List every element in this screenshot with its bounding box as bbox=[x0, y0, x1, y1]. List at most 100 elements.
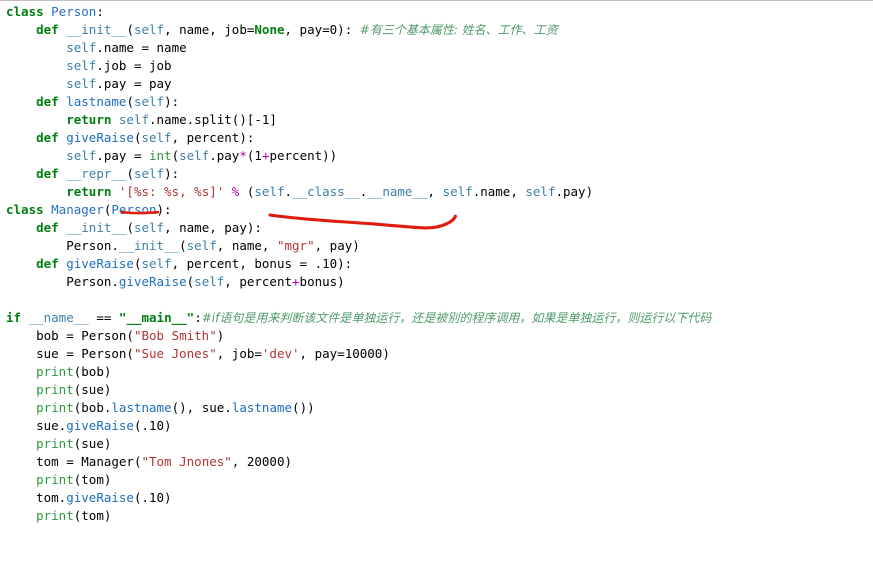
code-token-plain: , percent bbox=[224, 274, 293, 289]
code-token-plain: bonus) bbox=[299, 274, 345, 289]
code-line[interactable] bbox=[0, 291, 873, 309]
code-line[interactable]: tom = Manager("Tom Jnones", 20000) bbox=[0, 453, 873, 471]
code-line[interactable]: Person.__init__(self, name, "mgr", pay) bbox=[0, 237, 873, 255]
code-line[interactable]: Person.giveRaise(self, percent+bonus) bbox=[0, 273, 873, 291]
code-token-plain: . bbox=[284, 184, 293, 199]
code-token-plain: tom = bbox=[36, 454, 82, 469]
code-token-fn: giveRaise bbox=[66, 256, 134, 271]
code-token-dunder: __name__ bbox=[28, 310, 89, 325]
code-token-plain: , 20000) bbox=[231, 454, 293, 469]
code-token-comment: #有三个基本属性: 姓名、工作、工资 bbox=[359, 23, 558, 37]
code-token-kw: class bbox=[6, 4, 52, 19]
code-token-builtin: print bbox=[36, 436, 74, 451]
code-line[interactable]: print(sue) bbox=[0, 435, 873, 453]
code-token-str: "Sue Jones" bbox=[133, 346, 217, 361]
code-line[interactable]: sue.giveRaise(.10) bbox=[0, 417, 873, 435]
code-token-plain: .name, bbox=[472, 184, 526, 199]
code-token-plain: .name = name bbox=[96, 40, 187, 55]
code-token-kw: def bbox=[36, 256, 67, 271]
code-line[interactable]: return '[%s: %s, %s]' % (self.__class__.… bbox=[0, 183, 873, 201]
code-line[interactable]: print(bob) bbox=[0, 363, 873, 381]
code-token-builtin: print bbox=[36, 472, 74, 487]
code-token-kw: class bbox=[6, 202, 52, 217]
code-line[interactable]: def lastname(self): bbox=[0, 93, 873, 111]
code-token-fn: giveRaise bbox=[66, 490, 134, 505]
code-token-plain: , pay=10000) bbox=[299, 346, 390, 361]
code-token-plain: (bob) bbox=[73, 364, 112, 379]
code-line[interactable]: def __init__(self, name, job=None, pay=0… bbox=[0, 21, 873, 39]
code-line[interactable]: class Manager(Person): bbox=[0, 201, 873, 219]
code-token-str: "mgr" bbox=[276, 238, 315, 253]
code-token-plain: ) bbox=[216, 328, 225, 343]
code-token-plain: ( bbox=[126, 22, 134, 37]
code-line[interactable]: class Person: bbox=[0, 3, 873, 21]
code-token-plain: . bbox=[111, 238, 119, 253]
code-token-plain: ( bbox=[126, 94, 134, 109]
code-token-plain: .pay = bbox=[96, 148, 150, 163]
code-token-dunder: __name__ bbox=[367, 184, 428, 199]
code-line[interactable]: print(tom) bbox=[0, 507, 873, 525]
code-token-str: "Bob Smith" bbox=[133, 328, 217, 343]
code-line[interactable]: if __name__ == "__main__":#if语句是用来判断该文件是… bbox=[0, 309, 873, 327]
code-token-cls: Person bbox=[51, 4, 97, 19]
code-token-kw: def bbox=[36, 166, 67, 181]
code-token-builtin: print bbox=[36, 508, 74, 523]
code-token-plain: (sue) bbox=[73, 436, 112, 451]
code-token-self: self bbox=[442, 184, 473, 199]
code-token-fn: giveRaise bbox=[66, 418, 134, 433]
code-token-plain: ): bbox=[164, 94, 180, 109]
code-token-plain: (tom) bbox=[73, 508, 112, 523]
code-line[interactable]: self.name = name bbox=[0, 39, 873, 57]
code-token-self: self bbox=[133, 220, 165, 235]
code-listing[interactable]: class Person: def __init__(self, name, j… bbox=[0, 3, 873, 525]
code-line[interactable]: print(bob.lastname(), sue.lastname()) bbox=[0, 399, 873, 417]
code-token-self: self bbox=[133, 166, 165, 181]
code-token-plain: Person bbox=[81, 346, 127, 361]
code-line[interactable]: sue = Person("Sue Jones", job='dev', pay… bbox=[0, 345, 873, 363]
code-token-plain: ( bbox=[126, 220, 134, 235]
code-line[interactable]: def giveRaise(self, percent, bonus = .10… bbox=[0, 255, 873, 273]
code-line[interactable]: def __init__(self, name, pay): bbox=[0, 219, 873, 237]
code-token-const: None bbox=[254, 22, 285, 37]
code-line[interactable]: self.pay = pay bbox=[0, 75, 873, 93]
code-token-kw: def bbox=[36, 22, 67, 37]
code-token-plain: sue = bbox=[36, 346, 82, 361]
code-line[interactable]: def __repr__(self): bbox=[0, 165, 873, 183]
code-line[interactable]: self.pay = int(self.pay*(1+percent)) bbox=[0, 147, 873, 165]
code-token-self: self bbox=[133, 22, 165, 37]
code-token-dunder: __init__ bbox=[66, 220, 127, 235]
code-line[interactable]: tom.giveRaise(.10) bbox=[0, 489, 873, 507]
code-token-plain: ( bbox=[171, 148, 180, 163]
code-line[interactable]: def giveRaise(self, percent): bbox=[0, 129, 873, 147]
code-line[interactable]: return self.name.split()[-1] bbox=[0, 111, 873, 129]
code-line[interactable]: print(tom) bbox=[0, 471, 873, 489]
code-line[interactable]: print(sue) bbox=[0, 381, 873, 399]
code-line[interactable]: bob = Person("Bob Smith") bbox=[0, 327, 873, 345]
code-editor-pane: class Person: def __init__(self, name, j… bbox=[0, 0, 873, 569]
code-line[interactable]: self.job = job bbox=[0, 57, 873, 75]
code-token-plain: .pay bbox=[209, 148, 240, 163]
code-token-dunder: __init__ bbox=[118, 238, 180, 253]
code-token-plain: : bbox=[96, 4, 104, 19]
code-token-plain: , percent, bonus = .10): bbox=[171, 256, 353, 271]
code-token-plain: , name, bbox=[216, 238, 277, 253]
code-token-dunder: __class__ bbox=[292, 184, 360, 199]
code-token-dunder: __repr__ bbox=[66, 166, 127, 181]
code-token-op: * bbox=[239, 148, 247, 163]
code-token-plain: ): bbox=[156, 202, 172, 217]
